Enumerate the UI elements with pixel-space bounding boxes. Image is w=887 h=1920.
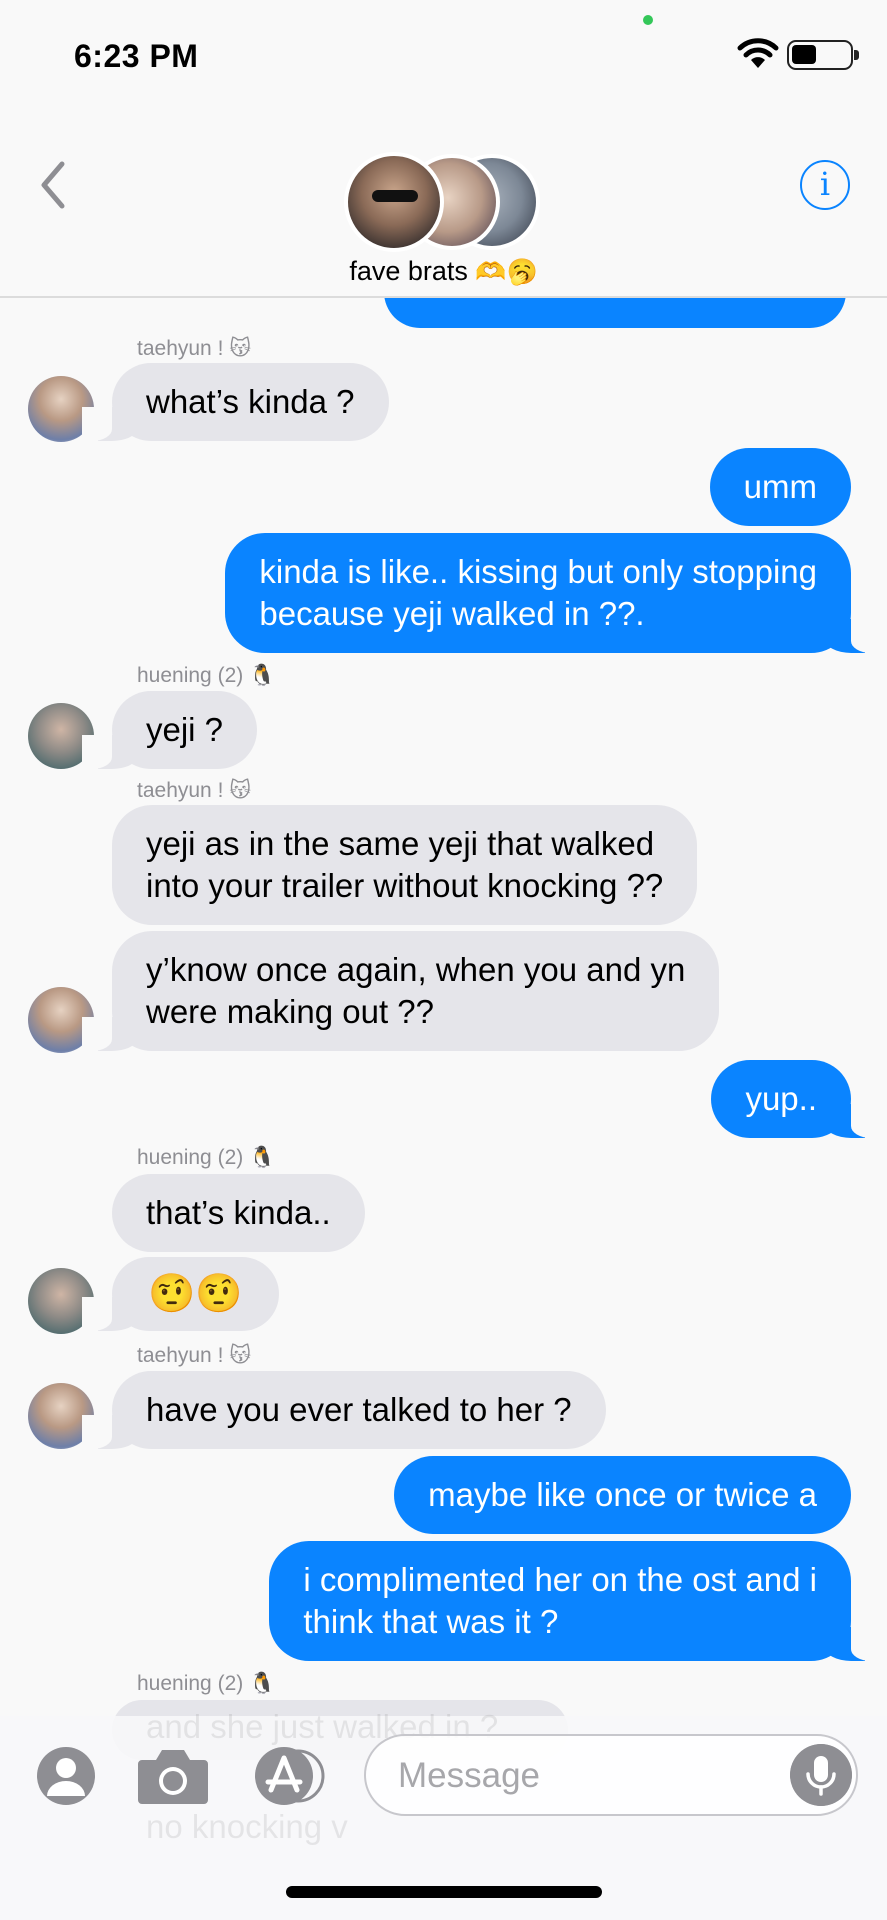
sender-name: huening (2) 🐧 — [137, 664, 276, 687]
camera-icon[interactable] — [136, 1746, 210, 1806]
camera-indicator-dot — [643, 15, 653, 25]
member-avatar-1 — [344, 152, 444, 252]
sender-name: taehyun ! 😽 — [137, 779, 252, 802]
outgoing-message[interactable]: yup.. — [711, 1060, 881, 1138]
group-name[interactable]: fave brats 🫶🥱 — [0, 256, 887, 287]
message-input[interactable] — [396, 1750, 770, 1802]
message-field[interactable] — [364, 1734, 858, 1816]
status-time: 6:23 PM — [74, 38, 199, 74]
outgoing-message[interactable]: i complimented her on the ost and i thin… — [269, 1541, 881, 1661]
sender-name: huening (2) 🐧 — [137, 1146, 276, 1169]
wifi-icon — [737, 38, 779, 68]
incoming-emoji-message[interactable]: 🤨🤨 — [82, 1257, 279, 1331]
outgoing-message[interactable]: maybe like once or twice a — [394, 1456, 851, 1534]
home-indicator[interactable] — [286, 1886, 602, 1898]
sender-name: taehyun ! 😽 — [137, 1344, 252, 1367]
memoji-icon[interactable] — [36, 1746, 96, 1806]
group-emoji: 🫶🥱 — [475, 258, 538, 286]
app-store-icon[interactable] — [254, 1746, 334, 1806]
incoming-message[interactable]: what’s kinda ? — [82, 363, 389, 441]
obscured-message: no knocking v — [146, 1808, 348, 1845]
incoming-message[interactable]: that’s kinda.. — [112, 1174, 365, 1252]
incoming-message[interactable]: yeji as in the same yeji that walked int… — [112, 805, 698, 925]
incoming-message[interactable]: have you ever talked to her ? — [82, 1371, 606, 1449]
sender-name: huening (2) 🐧 — [137, 1672, 276, 1695]
outgoing-message[interactable]: umm — [709, 448, 851, 526]
status-bar: 6:23 PM — [0, 0, 887, 110]
outgoing-message[interactable]: kinda is like.. kissing but only stoppin… — [225, 533, 881, 653]
incoming-message[interactable]: y’know once again, when you and yn were … — [81, 931, 720, 1051]
battery-icon — [787, 40, 859, 70]
incoming-message[interactable]: yeji ? — [81, 691, 258, 769]
sender-name: taehyun ! 😽 — [137, 337, 252, 360]
conversation-header: fave brats 🫶🥱 i — [0, 110, 887, 298]
microphone-icon[interactable] — [790, 1744, 852, 1806]
group-avatar-stack[interactable] — [344, 148, 540, 252]
back-chevron-icon[interactable] — [38, 160, 68, 210]
info-icon[interactable]: i — [800, 160, 850, 210]
